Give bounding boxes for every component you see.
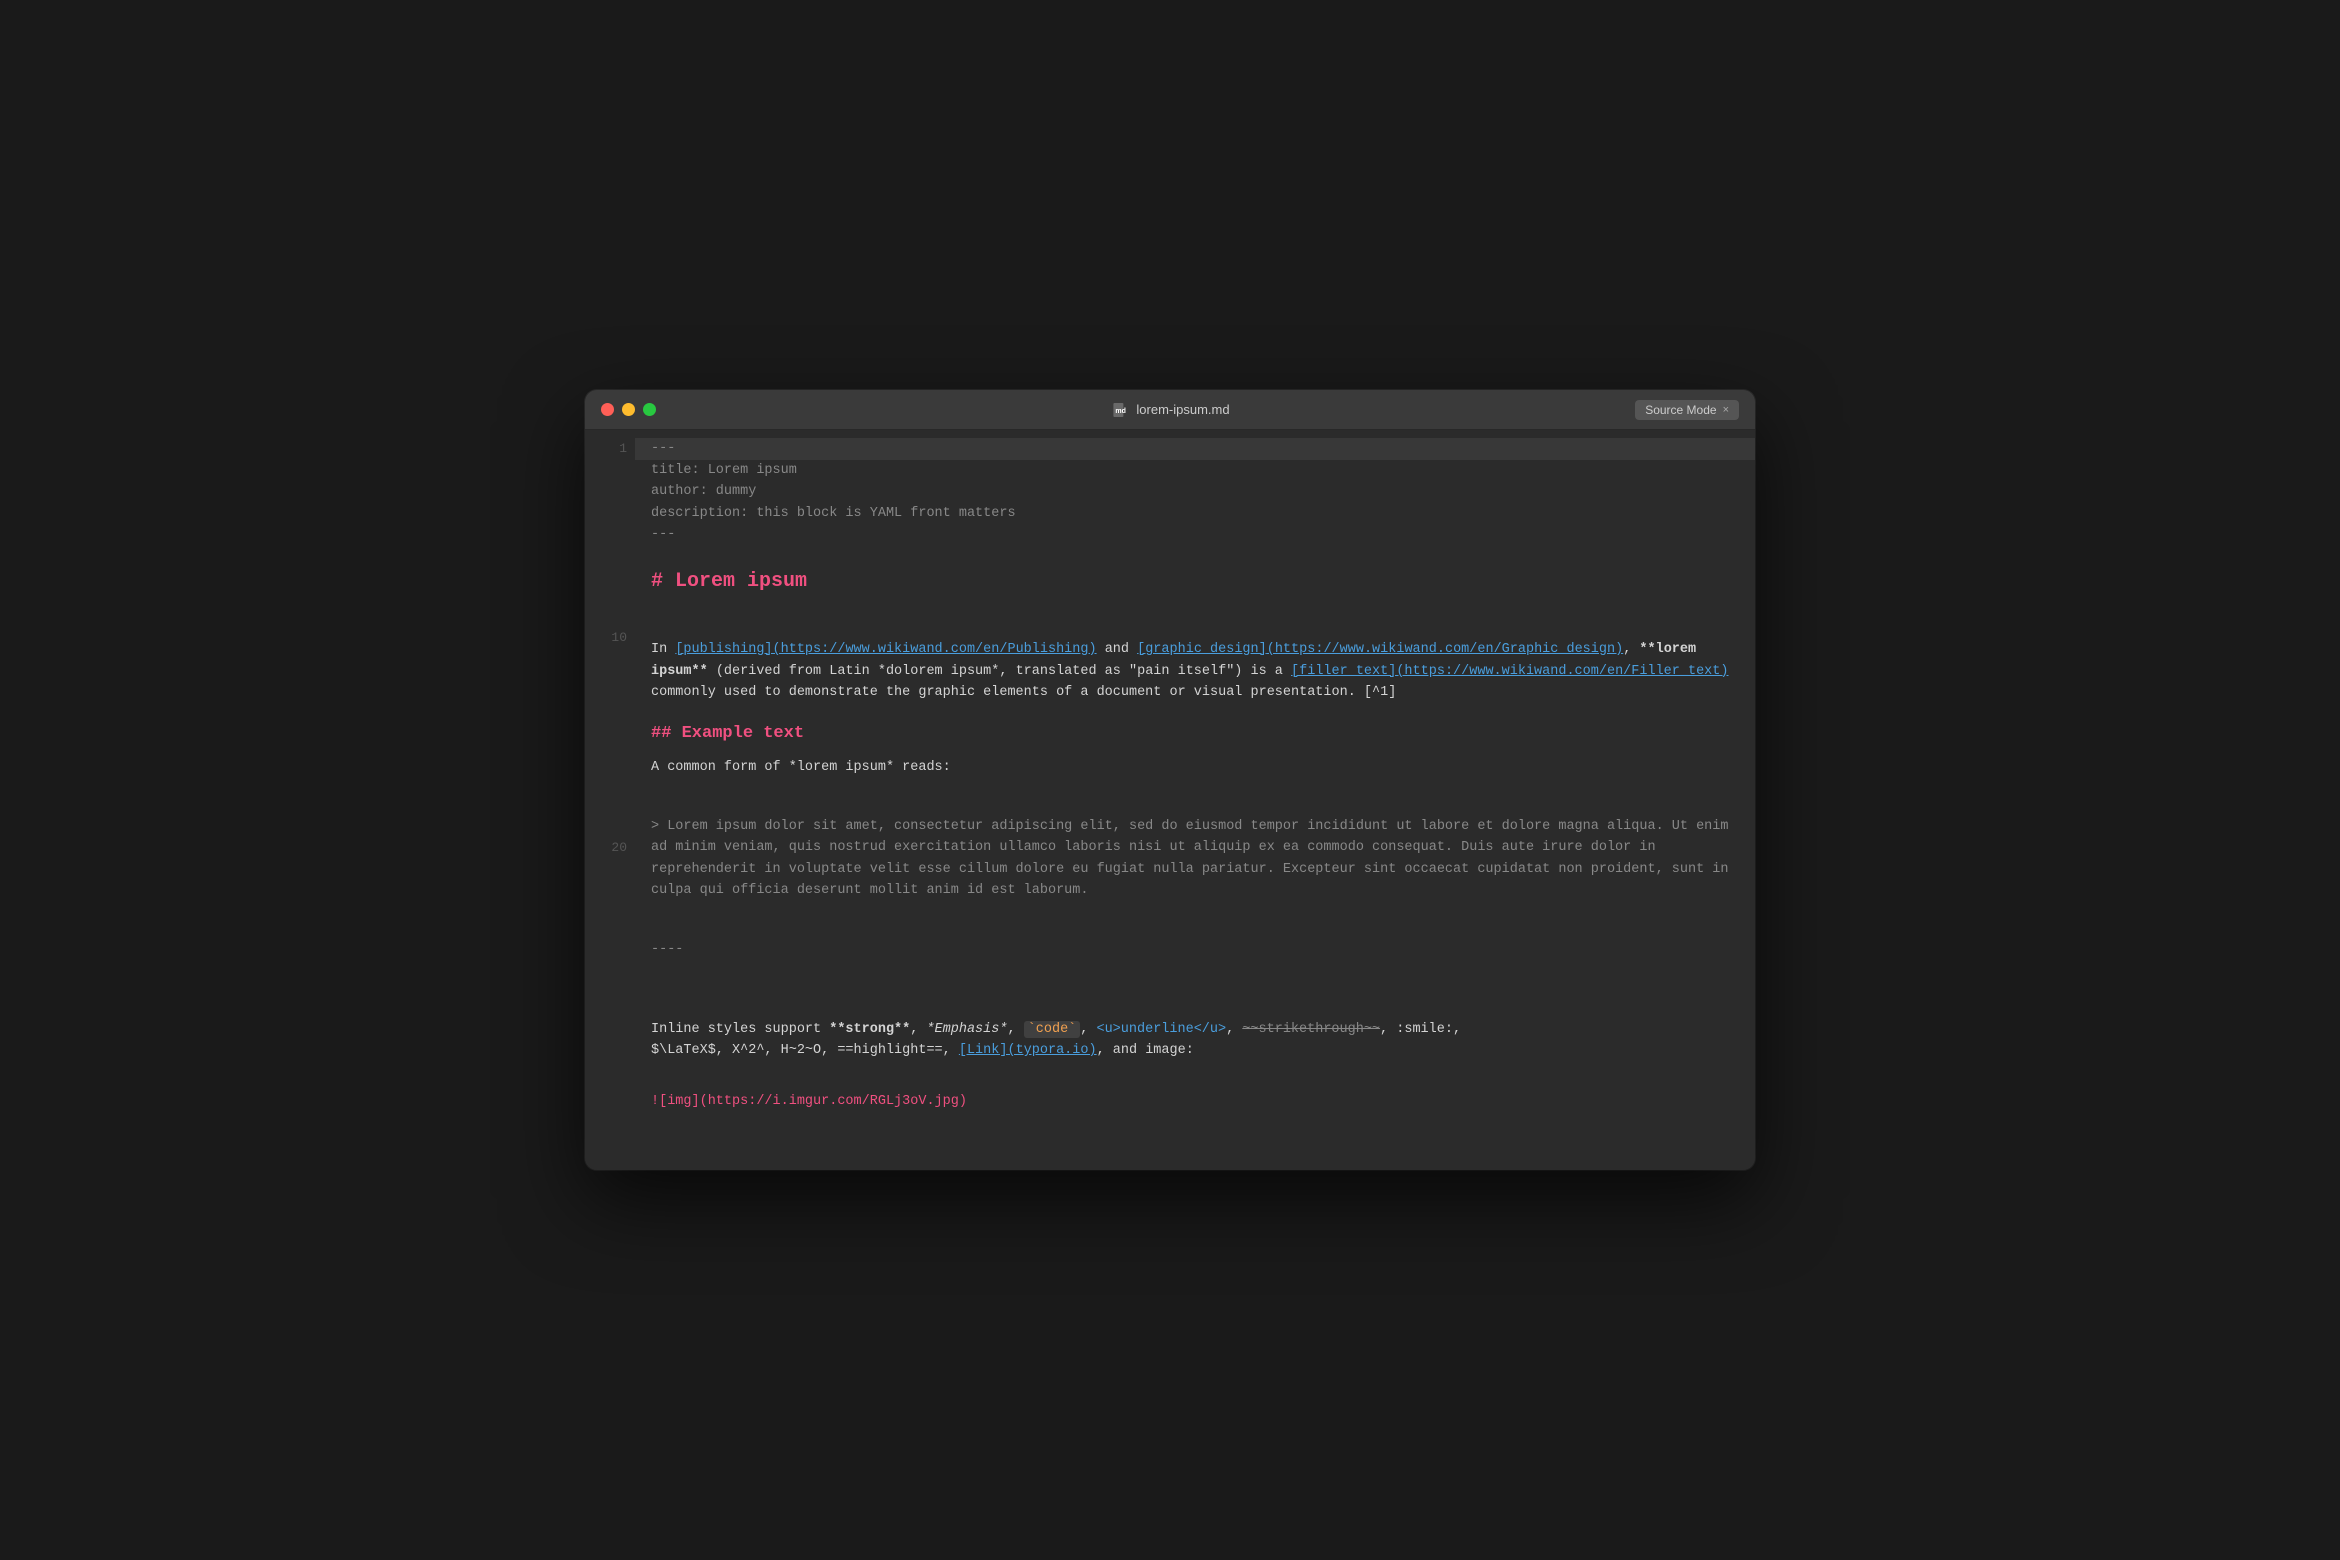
- paragraph-2: A common form of *lorem ipsum* reads:: [651, 757, 1731, 779]
- file-icon: md: [1110, 401, 1128, 419]
- inline-code: `code`: [1024, 1021, 1081, 1038]
- source-mode-badge[interactable]: Source Mode ×: [1635, 400, 1739, 420]
- empty-line-6: [651, 1070, 1731, 1091]
- inline-link[interactable]: [Link](typora.io): [959, 1043, 1097, 1058]
- para1-comma: ,: [1623, 642, 1639, 657]
- app-window: md lorem-ipsum.md Source Mode × 1 10: [585, 390, 1755, 1170]
- yaml-block: --- title: Lorem ipsum author: dummy des…: [651, 438, 1731, 546]
- line-numbers: 1 10 20: [585, 430, 635, 1170]
- heading-1: # Lorem ipsum: [651, 566, 1731, 598]
- traffic-lights: [601, 403, 656, 416]
- inline-start: Inline styles support: [651, 1022, 829, 1037]
- yaml-author-line: author: dummy: [651, 481, 1731, 503]
- titlebar: md lorem-ipsum.md Source Mode ×: [585, 390, 1755, 430]
- inline-bold: **strong**: [829, 1022, 910, 1037]
- para1-link1[interactable]: [publishing](https://www.wikiwand.com/en…: [675, 642, 1096, 657]
- yaml-open-separator: ---: [651, 441, 675, 456]
- file-title: lorem-ipsum.md: [1136, 402, 1229, 417]
- empty-line-1: [651, 610, 1731, 631]
- para1-end: commonly used to demonstrate the graphic…: [651, 685, 1396, 700]
- source-mode-label: Source Mode: [1645, 403, 1716, 417]
- titlebar-center: md lorem-ipsum.md: [1110, 401, 1229, 419]
- empty-line-2: [651, 787, 1731, 808]
- minimize-button[interactable]: [622, 403, 635, 416]
- empty-line-5: [651, 990, 1731, 1011]
- separator: ----: [651, 939, 1731, 961]
- editor-area[interactable]: 1 10 20: [585, 430, 1755, 1170]
- para1-link2[interactable]: [graphic design](https://www.wikiwand.co…: [1137, 642, 1623, 657]
- empty-line-4: [651, 969, 1731, 990]
- yaml-title-line: title: Lorem ipsum: [651, 460, 1731, 482]
- inline-comma4: ,: [1226, 1022, 1242, 1037]
- image-link-line: ![img](https://i.imgur.com/RGLj3oV.jpg): [651, 1091, 1731, 1113]
- yaml-separator-line: ---: [635, 438, 1755, 460]
- blockquote: > Lorem ipsum dolor sit amet, consectetu…: [651, 816, 1731, 902]
- inline-html: <u>underline</u>: [1096, 1022, 1226, 1037]
- yaml-desc-line: description: this block is YAML front ma…: [651, 503, 1731, 525]
- para1-text: (derived from Latin *dolorem ipsum*, tra…: [708, 664, 1291, 679]
- inline-strike: ~~strikethrough~~: [1242, 1022, 1380, 1037]
- heading-2: ## Example text: [651, 720, 1731, 747]
- para1-link3[interactable]: [filler text](https://www.wikiwand.com/e…: [1291, 664, 1728, 679]
- inline-end: , and image:: [1097, 1043, 1194, 1058]
- close-button[interactable]: [601, 403, 614, 416]
- svg-text:md: md: [1115, 408, 1126, 415]
- para1-and: and: [1097, 642, 1138, 657]
- inline-comma3: ,: [1080, 1022, 1096, 1037]
- yaml-close-line: ---: [651, 524, 1731, 546]
- inline-italic: *Emphasis*: [926, 1022, 1007, 1037]
- maximize-button[interactable]: [643, 403, 656, 416]
- inline-comma5: , :smile:,: [1380, 1022, 1461, 1037]
- content-area[interactable]: --- title: Lorem ipsum author: dummy des…: [635, 430, 1755, 1170]
- para1-start: In: [651, 642, 675, 657]
- inline-latex: $\LaTeX$, X^2^, H~2~O, ==highlight==,: [651, 1043, 959, 1058]
- image-link[interactable]: ![img](https://i.imgur.com/RGLj3oV.jpg): [651, 1094, 967, 1109]
- inline-comma1: ,: [910, 1022, 926, 1037]
- source-mode-close[interactable]: ×: [1723, 404, 1729, 416]
- empty-line-3: [651, 910, 1731, 931]
- inline-comma2: ,: [1007, 1022, 1023, 1037]
- inline-styles-line: Inline styles support **strong**, *Empha…: [651, 1019, 1731, 1062]
- paragraph-1: In [publishing](https://www.wikiwand.com…: [651, 639, 1731, 704]
